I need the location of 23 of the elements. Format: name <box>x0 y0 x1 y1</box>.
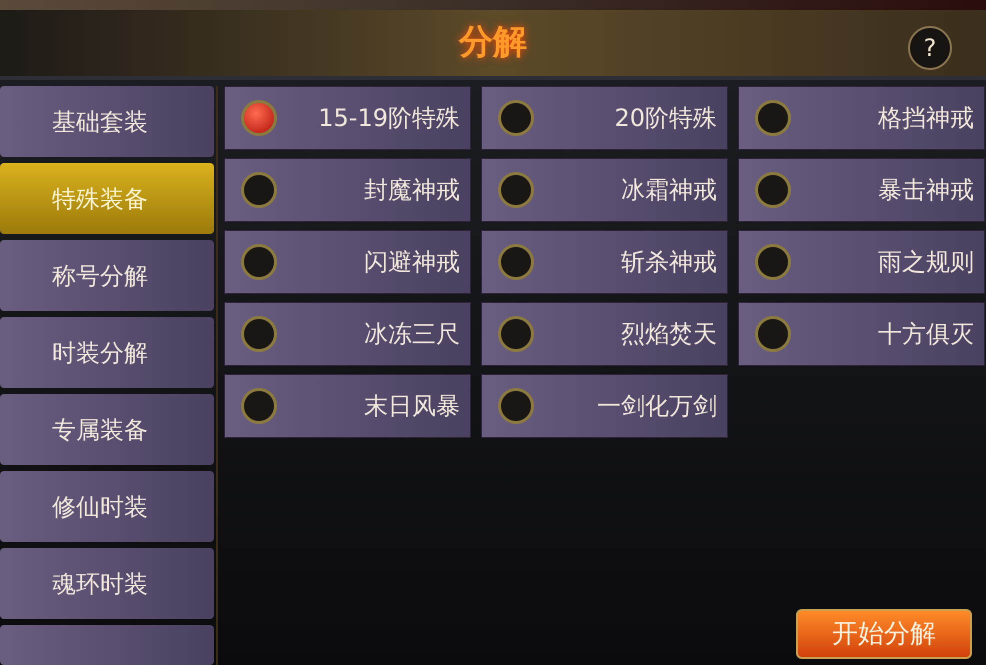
option-button[interactable]: 十方俱灭 <box>738 302 985 366</box>
help-button[interactable]: ? <box>908 26 952 70</box>
sidebar-tab[interactable]: 时装分解 <box>0 317 214 388</box>
option-button[interactable]: 冰霜神戒 <box>481 158 728 222</box>
option-button[interactable]: 暴击神戒 <box>738 158 985 222</box>
option-button[interactable]: 烈焰焚天 <box>481 302 728 366</box>
option-button[interactable]: 一剑化万剑 <box>481 374 728 438</box>
sidebar-tab[interactable]: 基础套装 <box>0 86 214 157</box>
sidebar-tab[interactable] <box>0 625 214 665</box>
option-button[interactable]: 封魔神戒 <box>224 158 471 222</box>
option-button[interactable]: 冰冻三尺 <box>224 302 471 366</box>
option-button[interactable]: 15-19阶特殊 <box>224 86 471 150</box>
sidebar-tab[interactable]: 修仙时装 <box>0 471 214 542</box>
sidebar-tab[interactable]: 魂环时装 <box>0 548 214 619</box>
option-button[interactable]: 20阶特殊 <box>481 86 728 150</box>
option-button[interactable]: 闪避神戒 <box>224 230 471 294</box>
sidebar-tab[interactable]: 专属装备 <box>0 394 214 465</box>
sidebar-tab[interactable]: 称号分解 <box>0 240 214 311</box>
option-button[interactable]: 末日风暴 <box>224 374 471 438</box>
window-title: 分解 <box>459 21 527 64</box>
option-button[interactable]: 斩杀神戒 <box>481 230 728 294</box>
option-button[interactable]: 雨之规则 <box>738 230 985 294</box>
option-button[interactable]: 格挡神戒 <box>738 86 985 150</box>
